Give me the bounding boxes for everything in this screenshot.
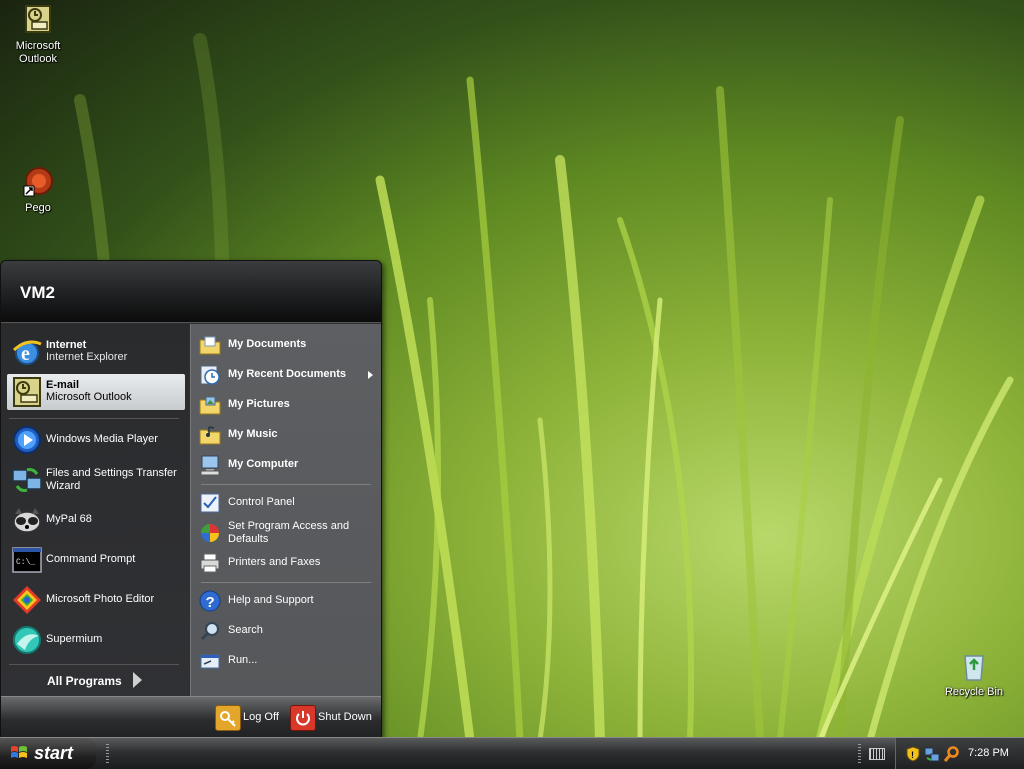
arrow-right-icon: [133, 672, 142, 688]
submenu-arrow-icon: [368, 371, 373, 379]
program-access-icon: [199, 522, 221, 544]
start-label: start: [34, 743, 74, 763]
start-menu-right-pane: My Documents My Recent Documents My Pict…: [190, 324, 381, 696]
command-prompt-icon: C:\_: [11, 544, 43, 576]
separator: [9, 418, 179, 419]
svg-text:?: ?: [206, 594, 215, 611]
keyboard-icon[interactable]: [869, 748, 885, 760]
place-my-pictures[interactable]: My Pictures: [199, 392, 375, 418]
computer-icon: [199, 454, 221, 476]
place-my-recent-documents[interactable]: My Recent Documents: [199, 362, 375, 388]
key-icon: [215, 705, 241, 731]
run-item[interactable]: Run...: [199, 648, 375, 674]
help-icon: ?: [199, 590, 221, 612]
clock[interactable]: 7:28 PM: [968, 747, 1009, 759]
program-access-item[interactable]: Set Program Access and Defaults: [199, 520, 375, 546]
log-off-button[interactable]: Log Off: [215, 705, 285, 731]
place-my-documents[interactable]: My Documents: [199, 332, 375, 358]
taskbar-grip[interactable]: [106, 744, 109, 764]
power-icon: [290, 705, 316, 731]
separator: [201, 484, 371, 485]
svg-text:!: !: [911, 750, 914, 760]
svg-text:e: e: [21, 343, 30, 365]
separator: [201, 582, 371, 583]
desktop-icon-label: Pego: [25, 202, 51, 214]
printer-icon: [199, 552, 221, 574]
start-menu-footer: Log Off Shut Down: [1, 696, 381, 738]
desktop-icon-recycle-bin[interactable]: Recycle Bin: [936, 650, 1012, 699]
recent-documents-icon: [199, 364, 221, 386]
security-shield-icon[interactable]: !: [906, 746, 920, 765]
printers-faxes-item[interactable]: Printers and Faxes: [199, 550, 375, 576]
supermium-icon: [11, 624, 43, 656]
system-tray: ! 7:28 PM: [895, 738, 1024, 769]
search-tray-icon[interactable]: [943, 746, 960, 765]
photo-editor-icon: [11, 584, 43, 616]
program-item-mypal[interactable]: MyPal 68: [7, 502, 185, 538]
transfer-wizard-icon: [11, 464, 43, 496]
svg-text:C:\_: C:\_: [16, 558, 35, 567]
place-my-music[interactable]: My Music: [199, 422, 375, 448]
pinned-item-email[interactable]: E-mail Microsoft Outlook: [7, 374, 185, 410]
windows-logo-icon: [10, 745, 28, 761]
shut-down-button[interactable]: Shut Down: [290, 705, 376, 731]
start-menu-header: VM2: [1, 261, 381, 323]
program-item-supermium[interactable]: Supermium: [7, 622, 185, 658]
start-button[interactable]: start: [0, 738, 96, 769]
internet-explorer-icon: e: [11, 336, 43, 368]
network-icon[interactable]: [924, 746, 940, 765]
outlook-icon: [22, 4, 54, 36]
place-my-computer[interactable]: My Computer: [199, 452, 375, 478]
media-player-icon: [11, 424, 43, 456]
start-menu: VM2 e Internet Internet Explorer E-mail …: [0, 260, 382, 739]
folder-documents-icon: [199, 334, 221, 356]
search-icon: [199, 620, 221, 642]
all-programs-label: All Programs: [47, 674, 122, 688]
run-icon: [199, 650, 221, 672]
desktop-icon-label: Recycle Bin: [944, 686, 1004, 698]
desktop-icon-pego[interactable]: Pego: [0, 166, 76, 215]
all-programs-button[interactable]: All Programs: [47, 672, 147, 692]
desktop-icon-label: Microsoft Outlook: [15, 40, 61, 65]
program-item-photo-editor[interactable]: Microsoft Photo Editor: [7, 582, 185, 618]
control-panel-icon: [199, 492, 221, 514]
help-support-item[interactable]: ? Help and Support: [199, 588, 375, 614]
outlook-icon: [11, 376, 43, 408]
program-item-command-prompt[interactable]: C:\_ Command Prompt: [7, 542, 185, 578]
desktop-icon-outlook[interactable]: Microsoft Outlook: [0, 4, 76, 66]
program-item-transfer-wizard[interactable]: Files and Settings Transfer Wizard: [7, 462, 185, 498]
recycle-bin-icon: [958, 650, 990, 682]
folder-music-icon: [199, 424, 221, 446]
taskbar: start ! 7:28 PM: [0, 737, 1024, 769]
separator: [9, 664, 179, 665]
start-menu-left-pane: e Internet Internet Explorer E-mail Micr…: [1, 324, 189, 696]
control-panel-item[interactable]: Control Panel: [199, 490, 375, 516]
folder-pictures-icon: [199, 394, 221, 416]
user-name: VM2: [20, 283, 55, 302]
pego-shortcut-icon: [22, 166, 54, 198]
mypal-icon: [11, 504, 43, 536]
program-item-media-player[interactable]: Windows Media Player: [7, 422, 185, 458]
search-item[interactable]: Search: [199, 618, 375, 644]
pinned-item-internet[interactable]: e Internet Internet Explorer: [7, 334, 185, 370]
taskbar-grip[interactable]: [858, 744, 861, 764]
